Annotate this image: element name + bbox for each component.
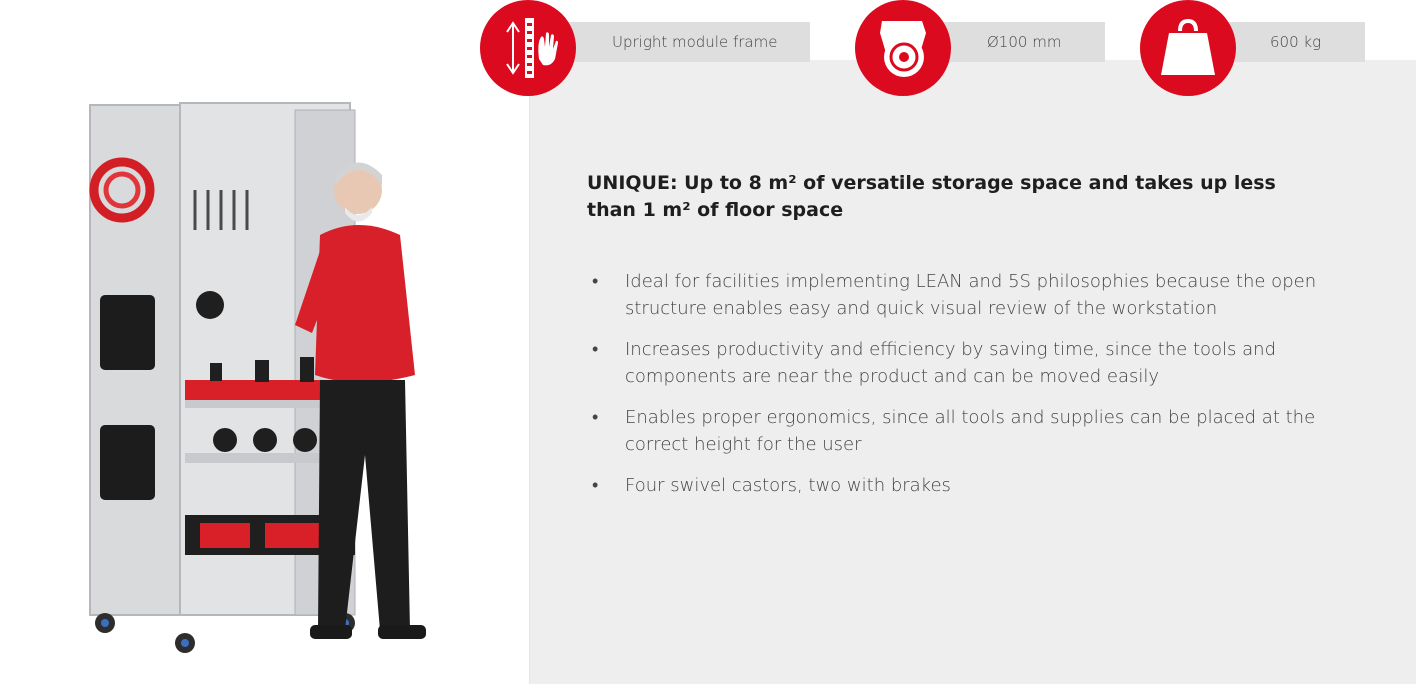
bullet-icon: •	[592, 475, 599, 496]
spec-upright-frame: Upright module frame	[480, 0, 810, 120]
bullet-text: Ideal for facilities implementing LEAN a…	[625, 271, 1317, 319]
bullet-text: Enables proper ergonomics, since all too…	[625, 407, 1316, 455]
headline: UNIQUE: Up to 8 m² of versatile storage …	[587, 172, 1276, 221]
weight-icon	[1140, 0, 1236, 96]
bullet-icon: •	[592, 407, 599, 428]
bullet-icon: •	[592, 271, 599, 292]
spec-castor-diameter: Ø100 mm	[855, 0, 1105, 120]
product-image-panel	[0, 60, 530, 684]
feature-list: • Ideal for facilities implementing LEAN …	[592, 268, 1372, 513]
list-item: • Increases productivity and efficiency b…	[592, 336, 1372, 390]
list-item: • Ideal for facilities implementing LEAN …	[592, 268, 1372, 322]
spec-load-capacity: 600 kg	[1140, 0, 1365, 120]
bullet-text: Increases productivity and efficiency by…	[625, 339, 1276, 387]
upright-frame-hand-icon	[480, 0, 576, 96]
bullet-text: Four swivel castors, two with brakes	[625, 475, 951, 496]
bullet-icon: •	[592, 339, 599, 360]
list-item: • Four swivel castors, two with brakes	[592, 472, 1372, 499]
product-photo-tool-trolley	[89, 102, 426, 653]
castor-wheel-icon	[855, 0, 951, 96]
list-item: • Enables proper ergonomics, since all to…	[592, 404, 1372, 458]
